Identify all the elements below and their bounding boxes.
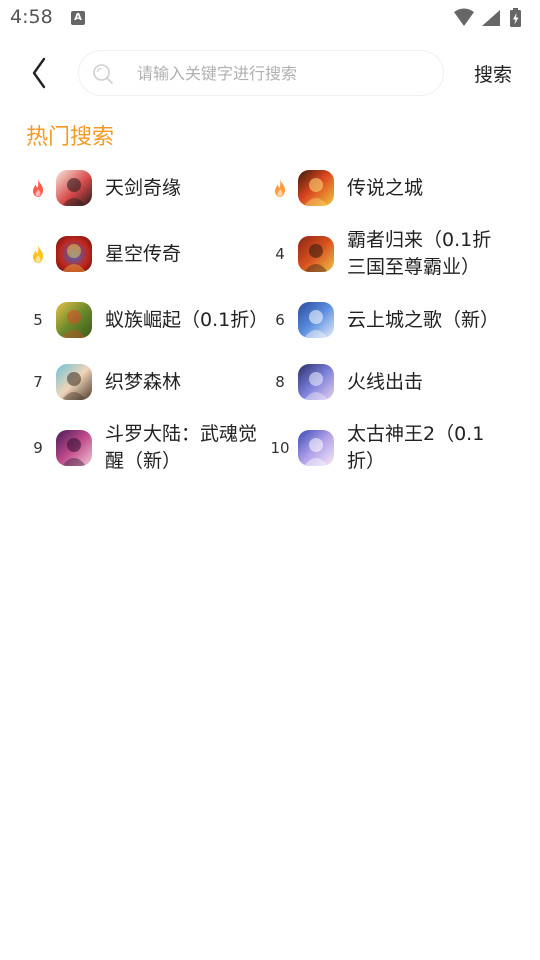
fire-icon <box>26 160 50 216</box>
game-icon-tianjian <box>56 170 92 206</box>
hot-search-item[interactable]: 4 霸者归来（0.1折三国至尊霸业） <box>268 226 510 282</box>
game-icon-huoxian <box>298 364 334 400</box>
game-name: 织梦森林 <box>105 370 182 393</box>
game-icon-chuanshuo <box>298 170 334 206</box>
hot-search-item[interactable]: 5 蚁族崛起（0.1折） <box>26 292 268 348</box>
game-icon-yunshang <box>298 302 334 338</box>
search-icon <box>93 64 113 84</box>
search-header: 搜索 <box>0 48 540 100</box>
game-name: 霸者归来（0.1折三国至尊霸业） <box>347 229 492 278</box>
battery-icon <box>510 8 521 27</box>
fire-icon <box>26 226 50 282</box>
rank-number: 10 <box>270 439 290 457</box>
game-name: 火线出击 <box>347 370 424 393</box>
game-icon-zhimeng <box>56 364 92 400</box>
notification-a-icon: A <box>71 11 85 25</box>
search-button[interactable]: 搜索 <box>474 60 512 87</box>
rank-number: 7 <box>33 373 43 391</box>
search-box[interactable] <box>78 50 444 96</box>
hot-search-item[interactable]: 天剑奇缘 <box>26 160 268 216</box>
hot-search-item[interactable]: 8 火线出击 <box>268 354 510 410</box>
game-name: 云上城之歌（新） <box>347 308 500 331</box>
game-icon-bazhe <box>298 236 334 272</box>
game-icon-yizu <box>56 302 92 338</box>
hot-search-title: 热门搜索 <box>26 125 115 150</box>
game-name: 传说之城 <box>347 176 424 199</box>
back-button[interactable] <box>22 54 58 94</box>
status-bar: 4:58 A <box>0 0 540 36</box>
status-time: 4:58 <box>10 6 53 28</box>
game-icon-taigu <box>298 430 334 466</box>
game-name: 蚁族崛起（0.1折） <box>105 308 269 331</box>
game-name: 太古神王2（0.1折） <box>347 423 485 472</box>
game-name: 星空传奇 <box>105 242 182 265</box>
wifi-icon <box>454 8 474 26</box>
hot-search-item[interactable]: 9 斗罗大陆：武魂觉醒（新） <box>26 420 268 476</box>
hot-search-item[interactable]: 传说之城 <box>268 160 510 216</box>
rank-number: 5 <box>33 311 43 329</box>
game-icon-douluo <box>56 430 92 466</box>
fire-icon <box>268 160 292 216</box>
game-name: 斗罗大陆：武魂觉醒（新） <box>105 423 258 472</box>
rank-number: 6 <box>275 311 285 329</box>
game-name: 天剑奇缘 <box>105 176 182 199</box>
hot-search-item[interactable]: 10 太古神王2（0.1折） <box>268 420 510 476</box>
hot-search-item[interactable]: 星空传奇 <box>26 226 268 282</box>
game-icon-xingkong <box>56 236 92 272</box>
rank-number: 4 <box>275 245 285 263</box>
rank-number: 8 <box>275 373 285 391</box>
hot-search-item[interactable]: 7 织梦森林 <box>26 354 268 410</box>
back-arrow-icon <box>32 57 46 89</box>
signal-icon <box>482 10 500 26</box>
status-icons <box>454 8 521 27</box>
hot-search-item[interactable]: 6 云上城之歌（新） <box>268 292 510 348</box>
search-input[interactable] <box>137 51 427 95</box>
rank-number: 9 <box>33 439 43 457</box>
